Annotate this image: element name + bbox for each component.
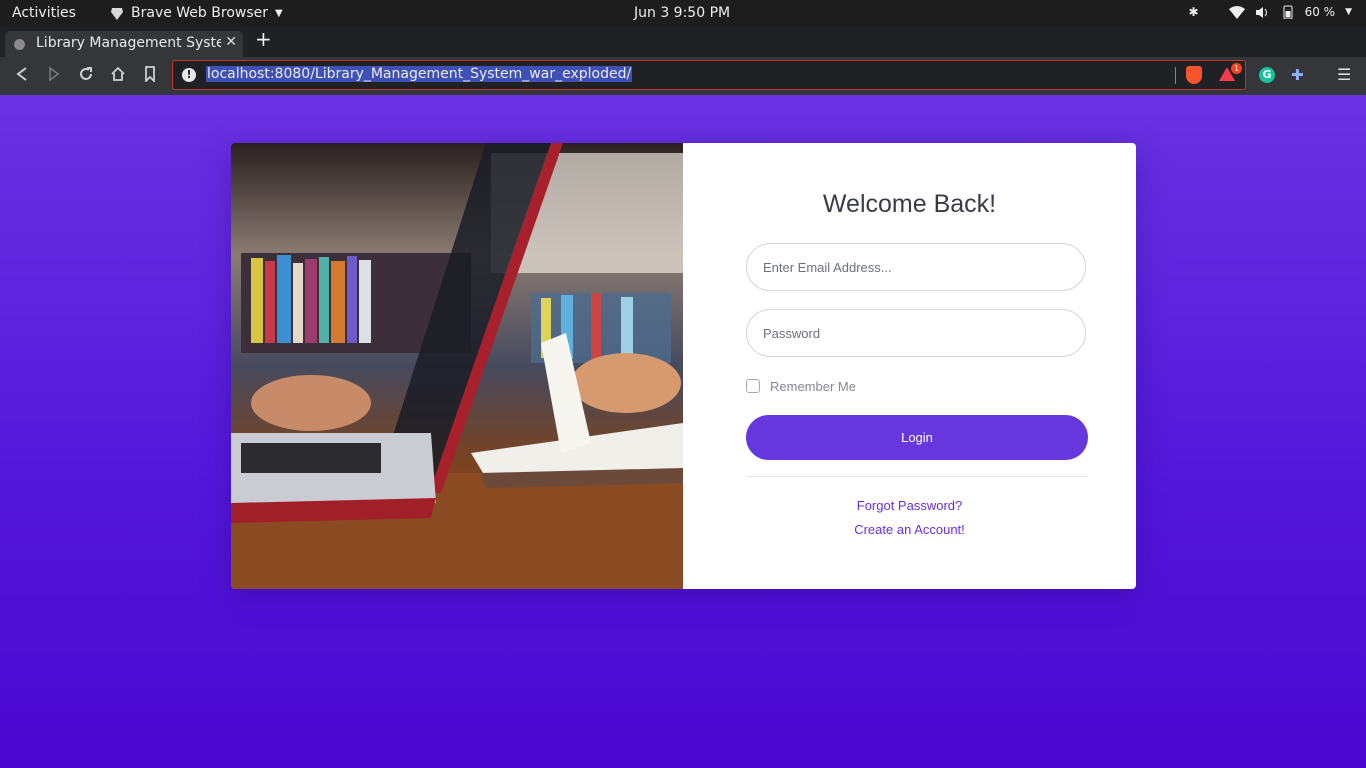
- volume-icon: [1255, 6, 1267, 18]
- battery-percent: 60 %: [1304, 5, 1336, 19]
- password-input[interactable]: [746, 309, 1086, 357]
- close-tab-button[interactable]: ✕: [225, 34, 237, 50]
- address-bar[interactable]: ! localhost:8080/Library_Management_Syst…: [172, 60, 1246, 90]
- app-menu[interactable]: Brave Web Browser ▼: [110, 5, 283, 21]
- page-background: Welcome Back! Remember Me Login Forgot P…: [0, 95, 1366, 768]
- tab-strip: Library Management Syste ✕ +: [0, 27, 1366, 72]
- slack-icon: ✱: [1188, 5, 1199, 19]
- new-tab-button[interactable]: +: [255, 27, 272, 51]
- create-account-link[interactable]: Create an Account!: [683, 522, 1136, 537]
- site-info-icon[interactable]: !: [182, 68, 196, 82]
- login-card: Welcome Back! Remember Me Login Forgot P…: [231, 143, 1136, 589]
- activities-button[interactable]: Activities: [12, 5, 76, 21]
- chevron-down-icon: ▼: [1345, 7, 1352, 17]
- app-menu-label: Brave Web Browser: [131, 5, 268, 21]
- grammarly-extension-icon[interactable]: G: [1259, 67, 1275, 83]
- menu-icon[interactable]: ☰: [1337, 65, 1351, 84]
- battery-icon: [1283, 5, 1293, 19]
- url-text[interactable]: localhost:8080/Library_Management_System…: [206, 66, 633, 82]
- bookmark-icon[interactable]: [144, 66, 156, 82]
- divider: [1175, 67, 1176, 84]
- reload-icon[interactable]: [78, 66, 94, 82]
- laptop-book-illustration: [231, 143, 683, 589]
- login-form: Welcome Back! Remember Me Login Forgot P…: [683, 143, 1136, 589]
- extension-icon[interactable]: ✚: [1291, 66, 1304, 84]
- login-button[interactable]: Login: [746, 415, 1088, 460]
- tab-title: Library Management Syste: [36, 35, 221, 51]
- remember-me-checkbox[interactable]: [746, 379, 760, 393]
- forward-icon[interactable]: [47, 66, 61, 82]
- divider: [746, 476, 1088, 477]
- globe-icon: [14, 39, 25, 50]
- browser-toolbar: ! localhost:8080/Library_Management_Syst…: [0, 57, 1366, 95]
- chevron-down-icon: ▼: [275, 7, 283, 19]
- system-top-bar: Activities Brave Web Browser ▼ Jun 3 9:5…: [0, 0, 1366, 27]
- clock[interactable]: Jun 3 9:50 PM: [634, 5, 730, 21]
- system-tray[interactable]: ✱ 60 % ▼: [1189, 5, 1352, 19]
- brave-lion-icon: [111, 7, 123, 20]
- forgot-password-link[interactable]: Forgot Password?: [683, 498, 1136, 513]
- brave-shields-icon[interactable]: [1186, 66, 1202, 84]
- email-input[interactable]: [746, 243, 1086, 291]
- wifi-icon: [1228, 5, 1245, 19]
- home-icon[interactable]: [110, 66, 126, 82]
- remember-me-label[interactable]: Remember Me: [770, 379, 856, 394]
- library-laptop-photo: [231, 143, 683, 589]
- back-icon[interactable]: [15, 66, 29, 82]
- welcome-heading: Welcome Back!: [822, 190, 997, 218]
- notification-badge: 1: [1231, 63, 1242, 74]
- tab-library-management[interactable]: Library Management Syste ✕: [5, 31, 243, 57]
